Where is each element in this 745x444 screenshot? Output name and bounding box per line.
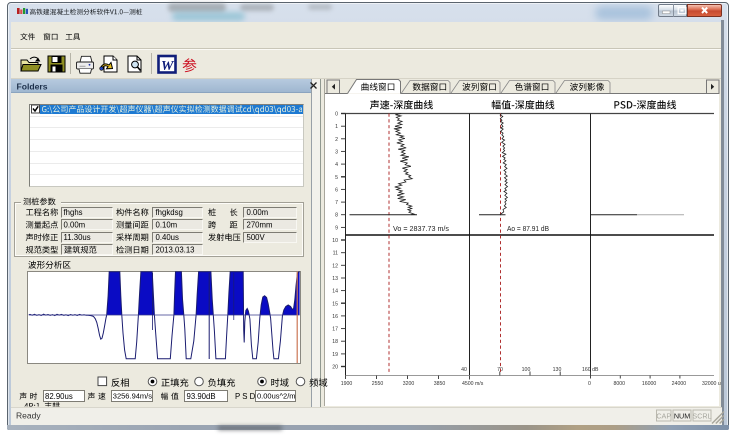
svg-text:20: 20 <box>332 365 338 371</box>
svg-text:18: 18 <box>332 339 338 345</box>
svg-text:160 dB: 160 dB <box>582 367 599 373</box>
svg-text:19: 19 <box>332 352 338 358</box>
svg-text:Ready: Ready <box>16 411 41 421</box>
svg-text:W: W <box>161 59 175 74</box>
svg-text:82.90us: 82.90us <box>45 392 73 401</box>
svg-text:3850: 3850 <box>434 381 446 387</box>
svg-text:1: 1 <box>335 124 338 130</box>
svg-text:Ao = 87.91 dB: Ao = 87.91 dB <box>507 224 549 233</box>
svg-text:0: 0 <box>335 112 338 118</box>
svg-text:16: 16 <box>332 314 338 320</box>
svg-text:24000: 24000 <box>672 381 687 387</box>
svg-text:1900: 1900 <box>341 381 353 387</box>
svg-text:130: 130 <box>553 367 562 373</box>
svg-text:12: 12 <box>332 263 338 269</box>
svg-text:14: 14 <box>332 289 338 295</box>
svg-text:270mm: 270mm <box>247 220 273 229</box>
svg-text:0.10m: 0.10m <box>156 220 178 229</box>
svg-text:11: 11 <box>333 251 338 257</box>
svg-text:P S D: P S D <box>235 392 256 401</box>
svg-text:15: 15 <box>332 301 338 307</box>
svg-text:93.90dB: 93.90dB <box>187 392 216 401</box>
svg-text:500V: 500V <box>247 233 266 242</box>
svg-text:0.00m: 0.00m <box>247 208 269 217</box>
svg-text:13: 13 <box>332 276 338 282</box>
svg-text:fhghs: fhghs <box>64 208 83 217</box>
svg-text:8000: 8000 <box>614 381 626 387</box>
svg-text:6: 6 <box>335 187 338 193</box>
svg-text:NUM: NUM <box>674 411 690 420</box>
svg-text:0: 0 <box>588 381 591 387</box>
svg-text:2013.03.13: 2013.03.13 <box>156 245 195 254</box>
svg-text:2550: 2550 <box>372 381 384 387</box>
svg-text:SCRL: SCRL <box>692 411 711 420</box>
svg-text:Vo = 2837.73 m/s: Vo = 2837.73 m/s <box>393 224 449 233</box>
svg-text:CAP: CAP <box>656 411 671 420</box>
svg-text:3256.94m/s: 3256.94m/s <box>113 392 152 401</box>
svg-text:5: 5 <box>335 175 338 181</box>
svg-text:4500 m/s: 4500 m/s <box>462 381 484 387</box>
svg-text:40: 40 <box>461 367 467 373</box>
svg-text:0.00us^2/m: 0.00us^2/m <box>257 392 296 401</box>
svg-text:8: 8 <box>335 213 338 219</box>
svg-text:4: 4 <box>335 162 338 168</box>
svg-text:3200: 3200 <box>403 381 415 387</box>
svg-text:10: 10 <box>332 238 338 244</box>
svg-text:0.40us: 0.40us <box>156 233 180 242</box>
svg-text:3: 3 <box>335 149 338 155</box>
svg-text:11.30us: 11.30us <box>64 233 91 242</box>
svg-text:9: 9 <box>335 225 338 231</box>
svg-text:100: 100 <box>522 367 531 373</box>
svg-text:17: 17 <box>332 327 338 333</box>
svg-text:Folders: Folders <box>17 81 48 91</box>
svg-text:16000: 16000 <box>642 381 657 387</box>
svg-text:0.00m: 0.00m <box>64 220 86 229</box>
svg-text:7: 7 <box>335 200 338 206</box>
svg-text:2: 2 <box>335 137 338 143</box>
svg-text:32000 u: 32000 u <box>702 381 721 387</box>
svg-text:fhgkdsg: fhgkdsg <box>156 208 183 217</box>
